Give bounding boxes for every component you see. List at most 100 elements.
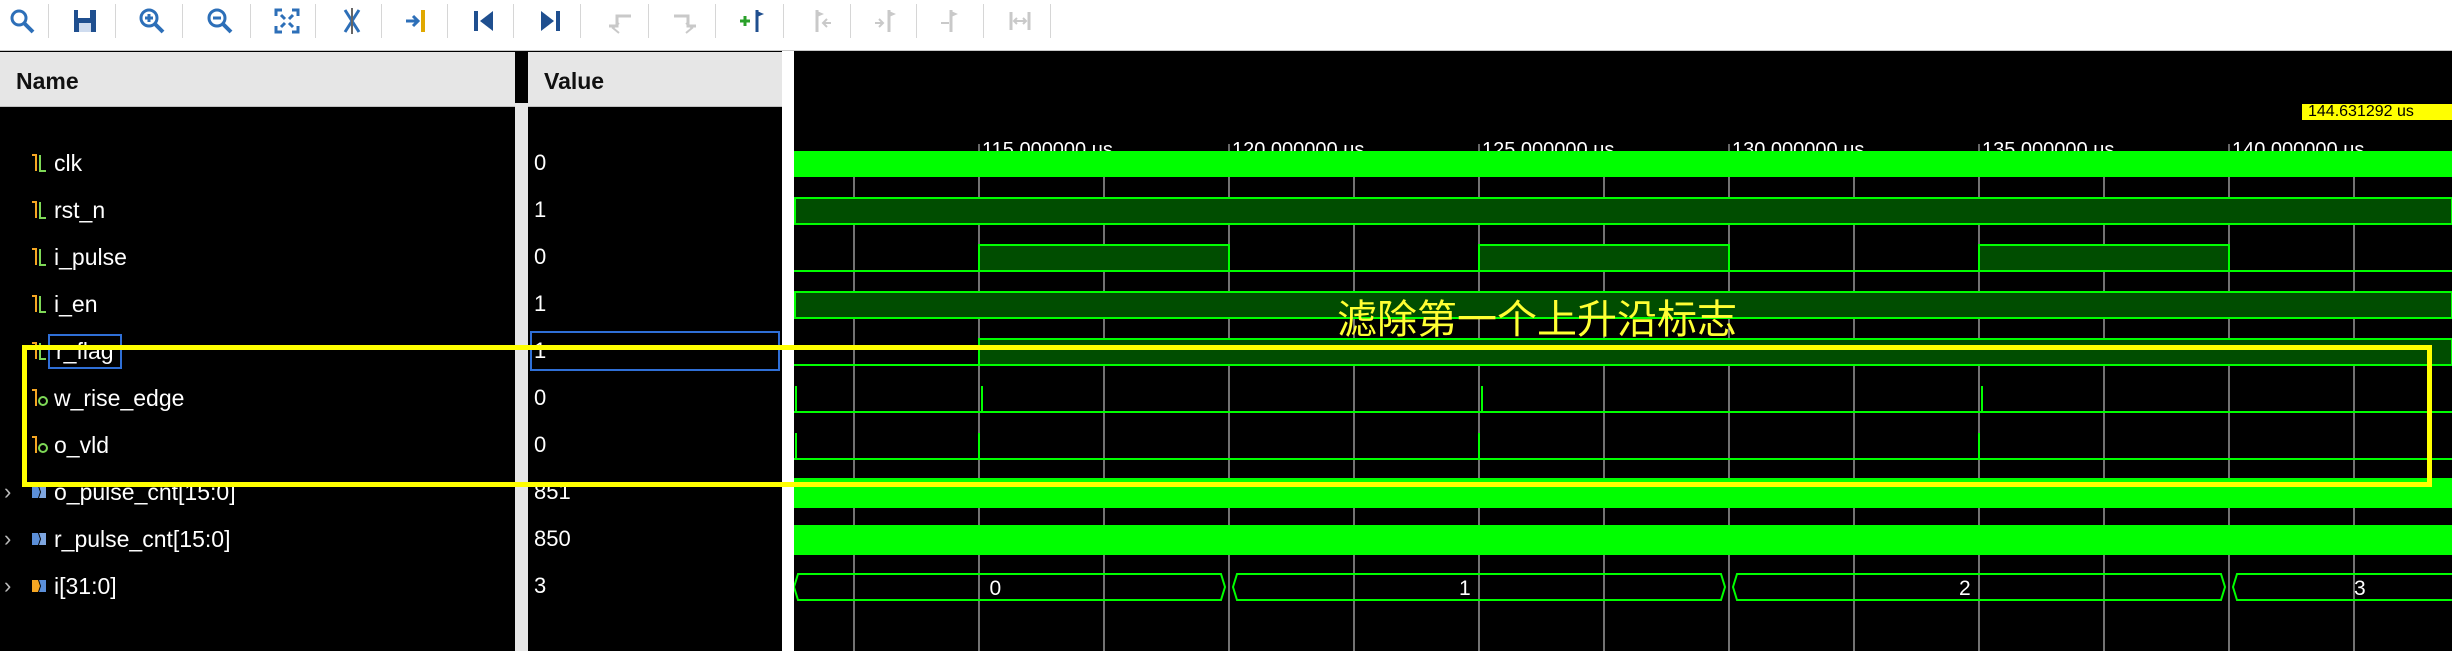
toolbar-separator	[850, 4, 851, 38]
signal-value: 1	[534, 197, 547, 222]
wave-i_pulse-pulse	[978, 244, 1230, 272]
toolbar-separator	[983, 4, 984, 38]
wave-r_pulse_cnt	[794, 525, 2452, 555]
logic-signal-icon	[30, 200, 48, 220]
zoom-to-markers-button[interactable]	[998, 2, 1042, 40]
value-column-header[interactable]: Value	[528, 52, 782, 107]
highlight-box	[22, 345, 2432, 487]
signal-row-rst_n[interactable]: rst_n	[0, 188, 515, 232]
wave-rst_n	[794, 197, 2452, 225]
value-row-i[interactable]: 3	[528, 564, 782, 608]
signal-row-i_en[interactable]: i_en	[0, 282, 515, 326]
value-row-rst_n[interactable]: 1	[528, 188, 782, 232]
expand-chevron-icon[interactable]: ›	[4, 573, 11, 599]
swap-markers-icon	[941, 10, 958, 32]
zoom-fit-icon	[274, 8, 300, 34]
zoom-out-button[interactable]	[198, 2, 242, 40]
toolbar-separator	[447, 4, 448, 38]
bus-value-label: 0	[990, 577, 1002, 600]
value-column-title: Value	[544, 68, 605, 94]
signal-row-i_pulse[interactable]: i_pulse	[0, 235, 515, 279]
name-column-title: Name	[16, 68, 79, 94]
bus-value-label: 1	[1459, 577, 1471, 600]
signal-name: i_pulse	[54, 244, 127, 270]
signal-name: i_en	[54, 291, 98, 317]
bus-signal-icon	[30, 529, 48, 549]
search-button[interactable]	[0, 2, 44, 40]
value-row-i_pulse[interactable]: 0	[528, 235, 782, 279]
zoom-in-button[interactable]	[130, 2, 174, 40]
bus-value-label: 3	[2354, 577, 2366, 600]
go-to-time-zero-button[interactable]	[462, 2, 506, 40]
swap-cursor-icon	[343, 8, 361, 34]
bus-signal-icon	[30, 576, 48, 596]
save-button[interactable]	[63, 2, 107, 40]
toolbar-separator	[381, 4, 382, 38]
toolbar-separator	[315, 4, 316, 38]
wave-i_pulse-pulse	[1978, 244, 2230, 272]
signal-name: clk	[54, 150, 83, 176]
toolbar-separator	[250, 4, 251, 38]
signal-value: 1	[534, 291, 547, 316]
bus-value-label: 2	[1959, 577, 1971, 600]
add-marker-button[interactable]	[730, 2, 774, 40]
add-marker-icon	[740, 10, 764, 32]
name-column-header[interactable]: Name	[0, 52, 515, 107]
signal-name: r_pulse_cnt[15:0]	[54, 526, 231, 552]
value-row-r_pulse_cnt[interactable]: 850	[528, 517, 782, 561]
annotation-text: 滤除第一个上升沿标志	[1337, 297, 1737, 343]
next-transition-icon	[674, 14, 696, 34]
go-to-time-zero-icon	[474, 11, 493, 31]
signal-value: 850	[534, 526, 571, 551]
toolbar	[0, 0, 2452, 51]
next-transition-button[interactable]	[663, 2, 707, 40]
logic-signal-icon	[30, 153, 48, 173]
go-to-last-time-button[interactable]	[528, 2, 572, 40]
zoom-to-markers-icon	[1009, 12, 1031, 30]
toolbar-separator	[648, 4, 649, 38]
toolbar-separator	[48, 4, 49, 38]
swap-cursor-button[interactable]	[330, 2, 374, 40]
next-marker-button[interactable]	[864, 2, 908, 40]
signal-value: 0	[534, 150, 547, 175]
toolbar-separator	[916, 4, 917, 38]
expand-chevron-icon[interactable]: ›	[4, 479, 11, 505]
value-row-i_en[interactable]: 1	[528, 282, 782, 326]
wave-clk	[794, 151, 2452, 177]
previous-marker-button[interactable]	[798, 2, 842, 40]
toolbar-separator	[783, 4, 784, 38]
toolbar-separator	[513, 4, 514, 38]
zoom-fit-button[interactable]	[265, 2, 309, 40]
zoom-in-icon	[139, 8, 165, 34]
next-marker-icon	[875, 10, 896, 32]
value-row-clk[interactable]: 0	[528, 141, 782, 185]
previous-transition-button[interactable]	[598, 2, 642, 40]
search-icon	[10, 9, 35, 34]
previous-transition-icon	[609, 14, 631, 34]
wave-i_pulse-pulse	[1478, 244, 1730, 272]
logic-signal-icon	[30, 294, 48, 314]
logic-signal-icon	[30, 247, 48, 267]
toolbar-separator	[182, 4, 183, 38]
signal-value: 3	[534, 573, 547, 598]
swap-markers-button[interactable]	[930, 2, 974, 40]
go-to-last-time-icon	[541, 11, 560, 31]
toolbar-separator	[715, 4, 716, 38]
toolbar-separator	[1050, 4, 1051, 38]
signal-row-r_pulse_cnt[interactable]: › r_pulse_cnt[15:0]	[0, 517, 515, 561]
signal-row-i[interactable]: › i[31:0]	[0, 564, 515, 608]
signal-name: i[31:0]	[54, 573, 117, 599]
cursor-time-label: 144.631292 us	[2302, 104, 2452, 120]
go-to-cursor-button[interactable]	[396, 2, 440, 40]
signal-row-clk[interactable]: clk	[0, 141, 515, 185]
toolbar-separator	[115, 4, 116, 38]
signal-name: rst_n	[54, 197, 106, 223]
go-to-cursor-icon	[406, 10, 425, 32]
zoom-out-icon	[207, 8, 233, 34]
timeline-header	[794, 51, 2452, 103]
signal-value: 0	[534, 244, 547, 269]
save-icon	[74, 10, 96, 32]
previous-marker-icon	[815, 10, 831, 32]
toolbar-separator	[580, 4, 581, 38]
expand-chevron-icon[interactable]: ›	[4, 526, 11, 552]
